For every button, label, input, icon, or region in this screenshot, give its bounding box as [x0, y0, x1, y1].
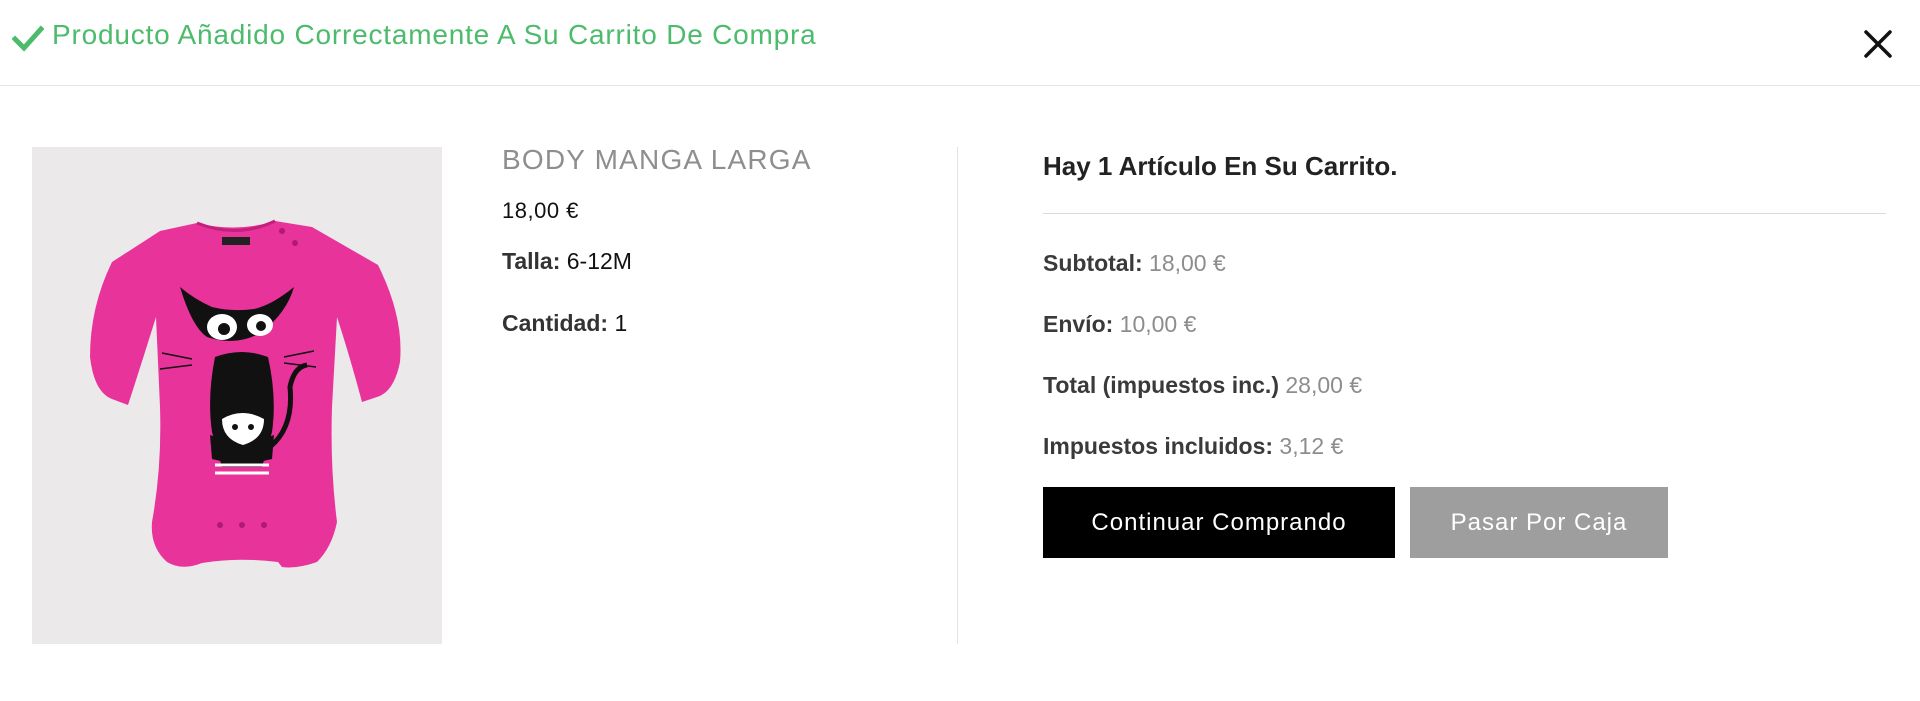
subtotal-label: Subtotal:: [1043, 250, 1143, 276]
product-quantity: Cantidad: 1: [502, 310, 627, 337]
modal-header: Producto Añadido Correctamente A Su Carr…: [0, 0, 1920, 86]
total-value: 28,00 €: [1285, 372, 1363, 398]
close-icon[interactable]: [1862, 28, 1894, 60]
product-image: [32, 147, 442, 644]
taxes-value: 3,12 €: [1279, 433, 1344, 459]
product-photo: [32, 147, 442, 644]
vertical-divider: [957, 147, 958, 644]
cart-item-count: Hay 1 Artículo En Su Carrito.: [1043, 151, 1398, 181]
product-quantity-value: 1: [614, 310, 628, 336]
product-quantity-label: Cantidad:: [502, 310, 609, 336]
cart-taxes: Impuestos incluidos: 3,12 €: [1043, 433, 1343, 460]
horizontal-divider: [1043, 213, 1886, 214]
cart-subtotal: Subtotal: 18,00 €: [1043, 250, 1226, 277]
modal-title: Producto Añadido Correctamente A Su Carr…: [52, 19, 817, 50]
taxes-label: Impuestos incluidos:: [1043, 433, 1274, 459]
product-size-label: Talla:: [502, 248, 561, 274]
product-price: 18,00 €: [502, 198, 579, 223]
checkout-button[interactable]: Pasar Por Caja: [1410, 487, 1668, 558]
product-size-value: 6-12M: [566, 248, 632, 274]
shipping-value: 10,00 €: [1119, 311, 1197, 337]
subtotal-value: 18,00 €: [1149, 250, 1226, 276]
total-label: Total (impuestos inc.): [1043, 372, 1279, 398]
check-icon: [12, 25, 44, 52]
cart-confirmation-modal: Producto Añadido Correctamente A Su Carr…: [0, 0, 1920, 701]
product-size: Talla: 6-12M: [502, 248, 632, 275]
continue-shopping-button[interactable]: Continuar Comprando: [1043, 487, 1395, 558]
product-name: BODY MANGA LARGA: [502, 144, 812, 175]
cart-total: Total (impuestos inc.) 28,00 €: [1043, 372, 1362, 399]
cart-shipping: Envío: 10,00 €: [1043, 311, 1196, 338]
shipping-label: Envío:: [1043, 311, 1114, 337]
